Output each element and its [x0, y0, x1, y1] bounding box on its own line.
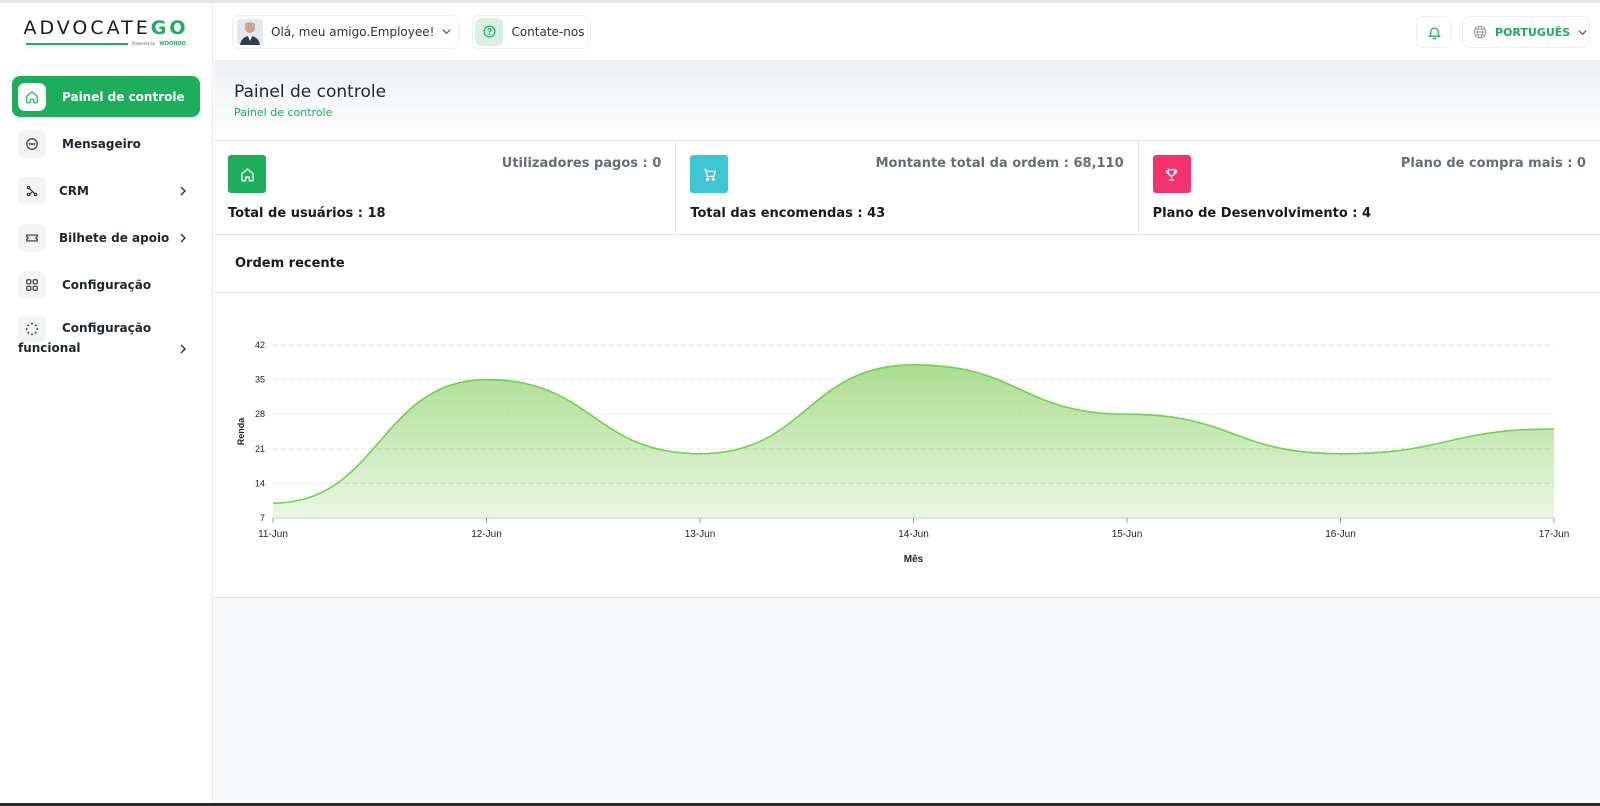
breadcrumb[interactable]: Painel de controle [234, 106, 1600, 119]
logo-powered: Powered by [132, 41, 156, 46]
top-header: Olá, meu amigo.Employee! Contate-nos POR… [214, 3, 1600, 60]
language-label: PORTUGUÊS [1495, 25, 1571, 39]
contact-us-button[interactable]: Contate-nos [472, 14, 592, 49]
sidebar-item-label: CRM [59, 183, 89, 198]
stat-bottom-text: Total das encomendas : 43 [690, 206, 886, 221]
globe-icon [1473, 25, 1487, 39]
y-tick-label: 42 [255, 340, 265, 350]
notifications-button[interactable] [1416, 16, 1452, 48]
sidebar-nav: Painel de controle Mensageiro CRM Bilhet… [0, 76, 212, 367]
help-circle-icon [475, 17, 504, 46]
chat-icon [18, 129, 46, 158]
crm-icon [18, 176, 46, 205]
sidebar-item-label: Mensageiro [62, 136, 141, 151]
ticket-icon [18, 223, 46, 252]
cart-icon [690, 155, 729, 193]
loader-icon [18, 315, 46, 343]
logo-brand: WOOHOO [159, 40, 186, 47]
stats-row: Utilizadores pagos : 0 Total de usuários… [214, 140, 1600, 235]
area-fill [273, 364, 1554, 518]
recent-orders-chart: 7 14 21 28 35 42 11-Jun 12-Jun 13-Jun 14-Jun 15-Ju… [214, 293, 1600, 598]
x-tick-label: 14-Jun [898, 529, 929, 540]
stat-bottom-text: Plano de Desenvolvimento : 4 [1152, 206, 1372, 221]
x-tick-label: 17-Jun [1539, 529, 1570, 540]
trophy-icon [1152, 155, 1191, 193]
x-axis-label: Mês [904, 554, 924, 565]
bell-icon [1427, 27, 1441, 39]
x-tick-label: 13-Jun [685, 529, 716, 540]
sidebar-item-label: Painel de controle [62, 89, 185, 104]
stat-top-text: Montante total da ordem : 68,110 [875, 156, 1124, 171]
sidebar-item-support-ticket[interactable]: Bilhete de apoio [12, 217, 200, 258]
x-tick-label: 15-Jun [1112, 529, 1143, 540]
user-menu[interactable]: Olá, meu amigo.Employee! [232, 14, 461, 49]
logo-text: ADVOCATEGO [23, 16, 189, 39]
x-tick-label: 16-Jun [1325, 529, 1356, 540]
x-tick-label: 11-Jun [258, 529, 288, 540]
sidebar-item-label: Bilhete de apoio [59, 230, 170, 245]
sidebar-item-label: Configuração [62, 277, 152, 292]
y-tick-label: 14 [255, 478, 265, 488]
y-tick-label: 7 [260, 513, 265, 523]
stat-card-users: Utilizadores pagos : 0 Total de usuários… [214, 141, 677, 234]
stat-card-orders: Montante total da ordem : 68,110 Total d… [676, 141, 1139, 234]
sidebar-item-dashboard[interactable]: Painel de controle [12, 76, 200, 117]
recent-orders-card: Ordem recente 7 14 21 28 35 42 11-Jun 12-Jun 13-… [214, 235, 1600, 598]
chevron-right-icon [180, 344, 186, 354]
chevron-right-icon [180, 233, 186, 242]
home-icon [18, 82, 46, 111]
stat-top-text: Utilizadores pagos : 0 [501, 156, 662, 171]
y-tick-label: 21 [255, 444, 265, 454]
language-selector[interactable]: PORTUGUÊS [1462, 16, 1590, 48]
y-axis-label: Renda [236, 417, 246, 446]
home-icon [228, 155, 266, 193]
card-title: Ordem recente [235, 256, 345, 271]
sidebar-item-crm[interactable]: CRM [12, 170, 200, 211]
logo-underline [26, 42, 129, 45]
sidebar-item-settings[interactable]: Configuração [12, 264, 200, 305]
x-tick-label: 12-Jun [471, 529, 502, 540]
logo[interactable]: ADVOCATEGO Powered by WOOHOO [0, 3, 212, 60]
chevron-right-icon [180, 186, 186, 195]
chevron-down-icon [442, 29, 451, 35]
sidebar-item-functional-settings[interactable]: Configuração funcional [12, 311, 200, 367]
stat-top-text: Plano de compra mais : 0 [1400, 156, 1586, 171]
stat-card-plans: Plano de compra mais : 0 Plano de Desenv… [1139, 141, 1600, 234]
contact-us-label: Contate-nos [511, 24, 585, 39]
sidebar: ADVOCATEGO Powered by WOOHOO Painel de c… [0, 3, 213, 803]
avatar [237, 18, 263, 45]
sidebar-item-label-line2: funcional [18, 341, 81, 355]
stat-bottom-text: Total de usuários : 18 [228, 206, 386, 221]
chevron-down-icon [1578, 29, 1587, 35]
grid-icon [18, 270, 46, 299]
main-content: Painel de controle Painel de controle Ut… [214, 60, 1600, 803]
user-greeting: Olá, meu amigo.Employee! [271, 24, 435, 39]
page-header: Painel de controle Painel de controle [214, 60, 1600, 140]
y-tick-label: 35 [255, 375, 265, 385]
area-chart: 7 14 21 28 35 42 11-Jun 12-Jun 13-Jun 14-Jun 15-Ju… [236, 340, 1570, 565]
sidebar-item-label: Configuração [62, 321, 152, 335]
sidebar-item-messenger[interactable]: Mensageiro [12, 123, 200, 164]
page-title: Painel de controle [234, 82, 387, 102]
y-tick-label: 28 [255, 409, 265, 419]
